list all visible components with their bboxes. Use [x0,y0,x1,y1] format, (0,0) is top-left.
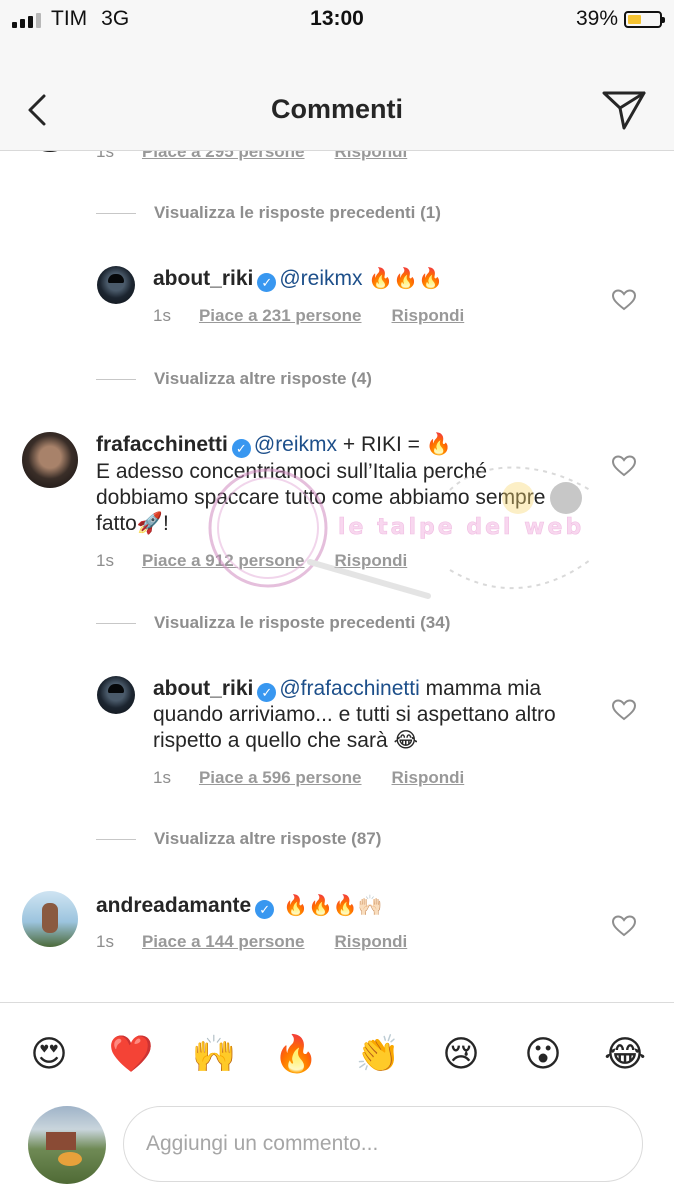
reply-link[interactable]: Rispondi [392,306,465,326]
status-right: 39% [575,7,665,31]
avatar[interactable] [97,266,135,304]
reply-link[interactable]: Rispondi [392,768,465,788]
heart-icon[interactable] [611,288,637,312]
comment-meta: 1s Piace a 231 persone Rispondi [153,306,464,326]
battery-icon [624,10,665,28]
avatar[interactable] [22,891,78,947]
heart-icon[interactable] [611,698,637,722]
comment-meta: 1s Piace a 144 persone Rispondi [96,932,407,952]
likes-link[interactable]: Piace a 596 persone [199,768,362,788]
reply-link[interactable]: Rispondi [335,150,408,162]
comment-text: 🔥🔥🔥🙌🏻 [283,895,383,917]
comment-time: 1s [96,932,114,951]
comment-time: 1s [96,551,114,570]
avatar [28,1106,106,1184]
emoji-raised-hands[interactable]: 🙌 [189,1029,239,1079]
battery-percent: 39% [575,7,618,30]
reply-link[interactable]: Rispondi [335,932,408,952]
mention-link[interactable]: @frafacchinetti [279,677,419,700]
view-more-replies[interactable]: Visualizza altre risposte (4) [96,369,372,389]
paper-plane-icon[interactable] [600,88,648,132]
comment-header: andreadamante ✓ 🔥🔥🔥🙌🏻 [96,893,383,919]
likes-link[interactable]: Piace a 231 persone [199,306,362,326]
reply-link[interactable]: Rispondi [335,551,408,571]
comment-meta: 1s Piace a 596 persone Rispondi [153,768,464,788]
page-title: Commenti [270,94,403,124]
comment-input[interactable] [123,1106,643,1182]
view-more-replies[interactable]: Visualizza altre risposte (87) [96,829,381,849]
username[interactable]: about_riki [153,267,253,290]
emoji-clapping[interactable]: 👏 [353,1029,403,1079]
avatar[interactable] [22,432,78,488]
comment-meta: 1s Piace a 295 persone Rispondi [96,150,407,162]
likes-link[interactable]: Piace a 295 persone [142,150,305,162]
comment-meta: 1s Piace a 912 persone Rispondi [96,551,407,571]
comment-text-inline: + RIKI = 🔥 [342,433,452,456]
comment-header: frafacchinetti ✓ @reikmx + RIKI = 🔥 [96,432,452,458]
status-bar: TIM 3G 13:00 39% [0,0,674,40]
comment-time: 1s [153,768,171,787]
heart-icon[interactable] [611,454,637,478]
verified-badge-icon: ✓ [257,683,277,702]
username[interactable]: andreadamante [96,894,251,917]
view-previous-replies[interactable]: Visualizza le risposte precedenti (1) [96,203,441,223]
comment-text-inline: mamma mia [425,677,542,700]
emoji-heart-eyes[interactable]: 😍 [24,1029,74,1079]
emoji-crying[interactable]: 😢 [436,1029,486,1079]
mention-link[interactable]: @reikmx [279,267,362,290]
username[interactable]: frafacchinetti [96,433,228,456]
comment-header: about_riki ✓ @frafacchinetti mamma mia [153,676,541,702]
comment-header: about_riki ✓ @reikmx 🔥🔥🔥 [153,266,443,292]
comment-text: E adesso concentriamoci sull’Italia perc… [96,460,546,535]
comment-time: 1s [96,150,114,161]
emoji-quick-bar: 😍 ❤️ 🙌 🔥 👏 😢 😮 😂 [0,1002,674,1099]
comment-time: 1s [153,306,171,325]
comment-text: quando arriviamo... e tutti si aspettano… [153,703,556,752]
emoji-red-heart[interactable]: ❤️ [106,1029,156,1079]
verified-badge-icon: ✓ [231,439,251,458]
username[interactable]: about_riki [153,677,253,700]
separator-label: Visualizza le risposte precedenti (1) [154,203,441,222]
separator-label: Visualizza altre risposte (87) [154,829,382,848]
comments-list[interactable]: 1s Piace a 295 persone Rispondi Visualiz… [0,150,674,1002]
avatar[interactable] [97,676,135,714]
separator-label: Visualizza altre risposte (4) [154,369,372,388]
emoji-surprised[interactable]: 😮 [518,1029,568,1079]
view-previous-replies[interactable]: Visualizza le risposte precedenti (34) [96,613,450,633]
likes-link[interactable]: Piace a 144 persone [142,932,305,952]
header-bar: Commenti [0,40,674,151]
verified-badge-icon: ✓ [257,273,277,292]
emoji-laughing[interactable]: 😂 [600,1029,650,1079]
likes-link[interactable]: Piace a 912 persone [142,551,305,571]
comment-composer [0,1098,674,1200]
heart-icon[interactable] [611,914,637,938]
clock: 13:00 [310,7,364,30]
mention-link[interactable]: @reikmx [254,433,337,456]
verified-badge-icon: ✓ [255,900,275,919]
emoji-fire[interactable]: 🔥 [271,1029,321,1079]
comment-text: 🔥🔥🔥 [368,268,444,290]
separator-label: Visualizza le risposte precedenti (34) [154,613,451,632]
